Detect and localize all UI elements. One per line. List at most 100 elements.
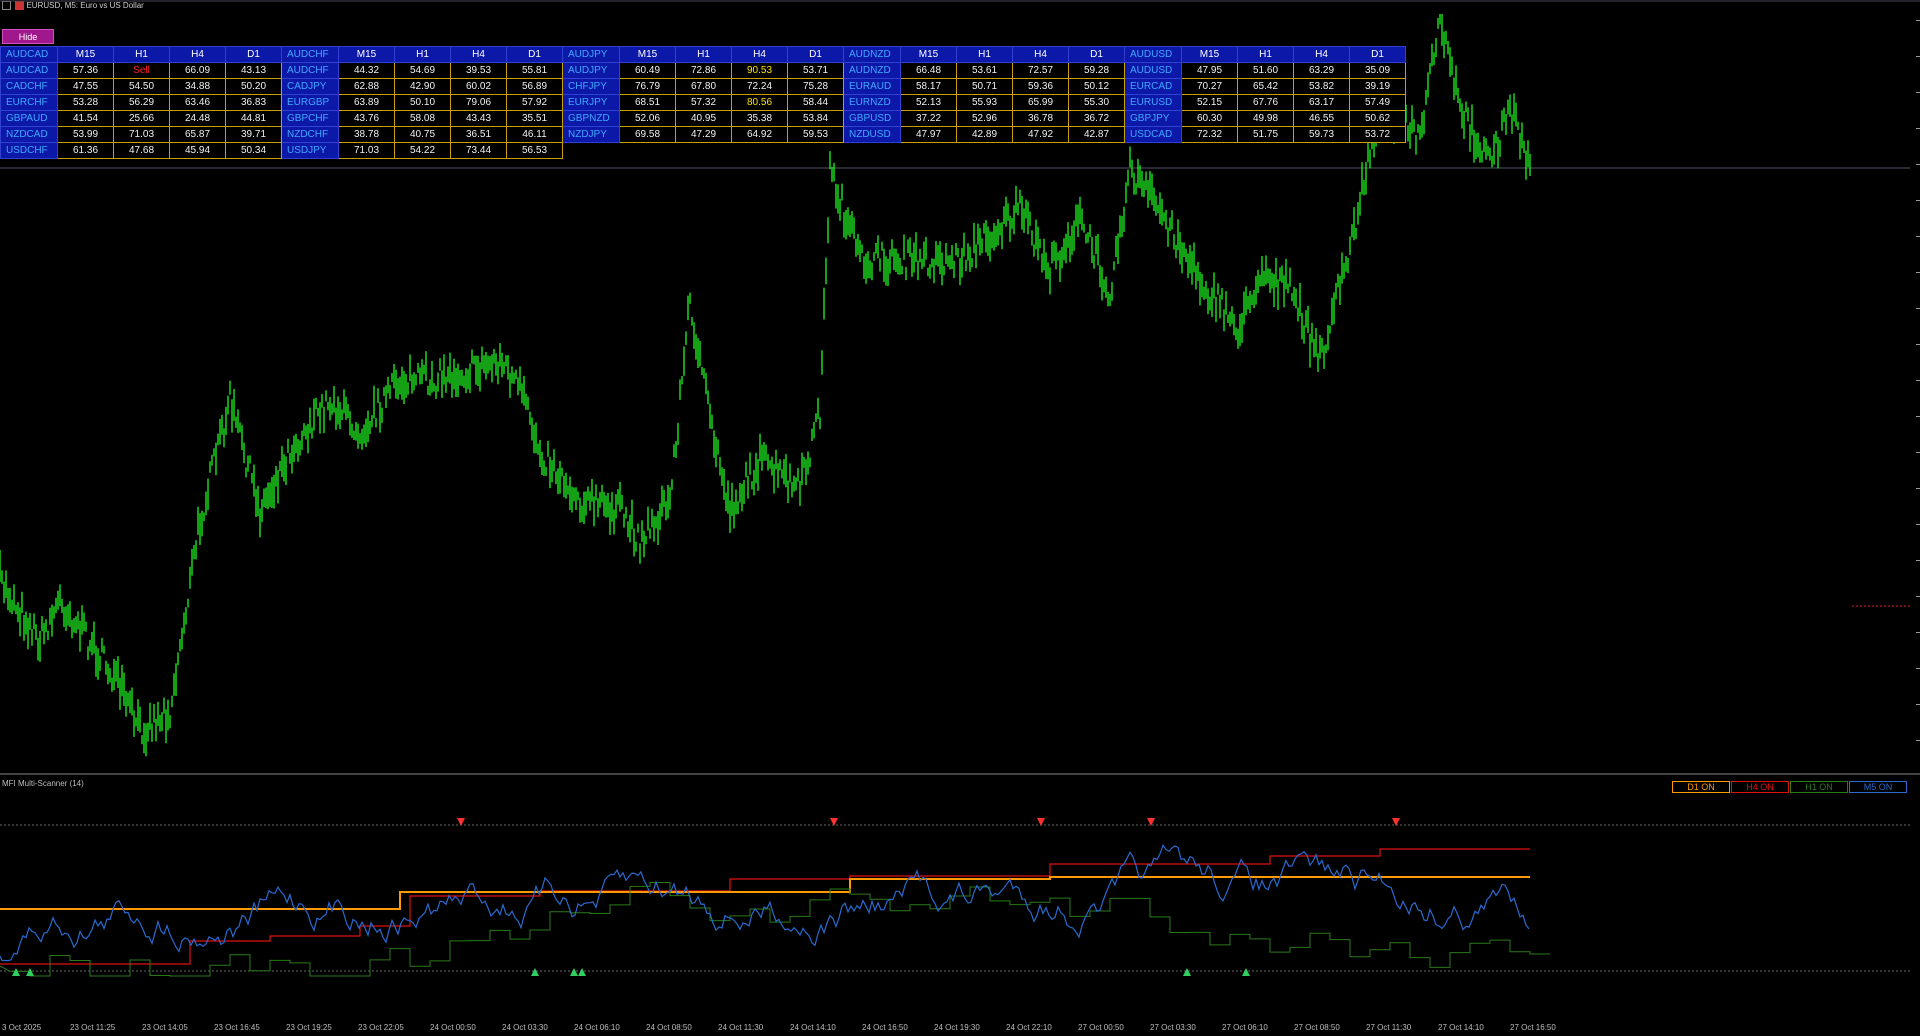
symbol-cell[interactable]: AUDCAD — [0, 62, 58, 79]
buy-signal-arrow — [531, 968, 539, 976]
toggle-h1-button[interactable]: H1 ON — [1790, 781, 1848, 793]
symbol-cell[interactable]: AUDNZD — [843, 62, 901, 79]
mfi-value-cell: 64.92 — [731, 126, 788, 143]
time-axis-label: 24 Oct 08:50 — [646, 1023, 692, 1032]
time-axis-label: 24 Oct 19:30 — [934, 1023, 980, 1032]
symbol-cell[interactable]: EURCHF — [0, 94, 58, 111]
timeframe-header-cell: H4 — [450, 46, 507, 63]
symbol-cell[interactable]: EURNZD — [843, 94, 901, 111]
mfi-value-cell: 36.78 — [1012, 110, 1069, 127]
mfi-value-cell: 73.44 — [450, 142, 507, 159]
price-axis-tick — [1916, 344, 1920, 345]
mfi-value-cell: 43.43 — [450, 110, 507, 127]
symbol-header-cell[interactable]: AUDCAD — [0, 46, 58, 63]
mfi-value-cell: 72.24 — [731, 78, 788, 95]
mfi-value-cell: 51.75 — [1237, 126, 1294, 143]
symbol-cell[interactable]: CADJPY — [281, 78, 339, 95]
mfi-value-cell: 72.32 — [1181, 126, 1238, 143]
mfi-value-cell: 24.48 — [169, 110, 226, 127]
symbol-cell[interactable]: EURUSD — [1124, 94, 1182, 111]
sell-signal-arrow — [1037, 818, 1045, 826]
symbol-header-cell[interactable]: AUDJPY — [562, 46, 620, 63]
mfi-value-cell: 63.17 — [1293, 94, 1350, 111]
hide-button[interactable]: Hide — [2, 29, 54, 44]
toggle-m5-button[interactable]: M5 ON — [1849, 781, 1907, 793]
mfi-value-cell: 53.99 — [57, 126, 114, 143]
scanner-row: USDCHF 61.36 47.68 45.94 50.34 USDJPY 71.03 54.… — [0, 142, 1406, 159]
mfi-value-cell: 47.29 — [675, 126, 732, 143]
timeframe-header-cell: D1 — [506, 46, 563, 63]
symbol-cell[interactable]: GBPNZD — [562, 110, 620, 127]
mfi-value-cell: 75.28 — [787, 78, 844, 95]
mfi-value-cell: 67.76 — [1237, 94, 1294, 111]
symbol-cell[interactable]: AUDJPY — [562, 62, 620, 79]
mfi-value-cell: 34.88 — [169, 78, 226, 95]
mfi-value-cell: 53.82 — [1293, 78, 1350, 95]
symbol-cell[interactable]: NZDCHF — [281, 126, 339, 143]
symbol-cell[interactable]: USDJPY — [281, 142, 339, 159]
mfi-value-cell: 65.87 — [169, 126, 226, 143]
timeframe-header-cell: D1 — [225, 46, 282, 63]
symbol-cell[interactable]: GBPUSD — [843, 110, 901, 127]
symbol-cell[interactable]: AUDCHF — [281, 62, 339, 79]
mfi-value-cell: 50.34 — [225, 142, 282, 159]
symbol-header-cell[interactable]: AUDCHF — [281, 46, 339, 63]
mfi-value-cell: 44.32 — [338, 62, 395, 79]
mfi-value-cell: 50.12 — [1068, 78, 1125, 95]
symbol-cell[interactable]: NZDJPY — [562, 126, 620, 143]
mfi-value-cell: 39.19 — [1349, 78, 1406, 95]
mfi-value-cell: 39.53 — [450, 62, 507, 79]
mfi-value-cell: 35.09 — [1349, 62, 1406, 79]
timeframe-header-cell: M15 — [57, 46, 114, 63]
mfi-value-cell: 40.75 — [394, 126, 451, 143]
time-axis-label: 27 Oct 06:10 — [1222, 1023, 1268, 1032]
mfi-value-cell: 69.58 — [619, 126, 676, 143]
symbol-cell[interactable]: USDCAD — [1124, 126, 1182, 143]
symbol-cell[interactable]: CHFJPY — [562, 78, 620, 95]
mfi-value-cell: 44.81 — [225, 110, 282, 127]
symbol-cell[interactable]: GBPAUD — [0, 110, 58, 127]
mfi-value-cell: 50.71 — [956, 78, 1013, 95]
mfi-value-cell: 25.66 — [113, 110, 170, 127]
mfi-value-cell: 57.92 — [506, 94, 563, 111]
mfi-value-cell: 53.72 — [1349, 126, 1406, 143]
toggle-d1-button[interactable]: D1 ON — [1672, 781, 1730, 793]
symbol-cell[interactable]: GBPCHF — [281, 110, 339, 127]
mfi-value-cell: 46.55 — [1293, 110, 1350, 127]
symbol-cell[interactable]: GBPJPY — [1124, 110, 1182, 127]
time-axis-label: 23 Oct 11:25 — [70, 1023, 116, 1032]
indicator-chart[interactable] — [0, 776, 1920, 1021]
symbol-header-cell[interactable]: AUDNZD — [843, 46, 901, 63]
symbol-cell[interactable]: EURCAD — [1124, 78, 1182, 95]
mfi-value-cell: 53.61 — [956, 62, 1013, 79]
mfi-value-cell: 66.48 — [900, 62, 957, 79]
symbol-cell[interactable]: NZDCAD — [0, 126, 58, 143]
symbol-cell[interactable]: AUDUSD — [1124, 62, 1182, 79]
time-axis-label: 27 Oct 00:50 — [1078, 1023, 1124, 1032]
mfi-value-cell: 35.38 — [731, 110, 788, 127]
time-axis-label: 23 Oct 22:05 — [358, 1023, 404, 1032]
toggle-h4-button[interactable]: H4 ON — [1731, 781, 1789, 793]
empty-cell — [844, 143, 901, 159]
time-axis-label: 3 Oct 2025 — [2, 1023, 42, 1032]
symbol-cell[interactable]: CADCHF — [0, 78, 58, 95]
mfi-value-cell: 41.54 — [57, 110, 114, 127]
mfi-value-cell: 56.29 — [113, 94, 170, 111]
mfi-value-cell: 76.79 — [619, 78, 676, 95]
symbol-cell[interactable]: NZDUSD — [843, 126, 901, 143]
timeframe-header-cell: M15 — [619, 46, 676, 63]
symbol-cell[interactable]: EURAUD — [843, 78, 901, 95]
symbol-cell[interactable]: EURGBP — [281, 94, 339, 111]
m5-line — [0, 843, 1530, 962]
empty-cell — [788, 143, 844, 159]
mfi-value-cell: 38.78 — [338, 126, 395, 143]
empty-cell — [1013, 143, 1069, 159]
price-axis-tick — [1916, 236, 1920, 237]
timeframe-header-cell: D1 — [787, 46, 844, 63]
mfi-value-cell: 60.02 — [450, 78, 507, 95]
symbol-cell[interactable]: USDCHF — [0, 142, 58, 159]
symbol-cell[interactable]: EURJPY — [562, 94, 620, 111]
symbol-header-cell[interactable]: AUDUSD — [1124, 46, 1182, 63]
mfi-value-cell: 72.57 — [1012, 62, 1069, 79]
mfi-value-cell: 45.94 — [169, 142, 226, 159]
